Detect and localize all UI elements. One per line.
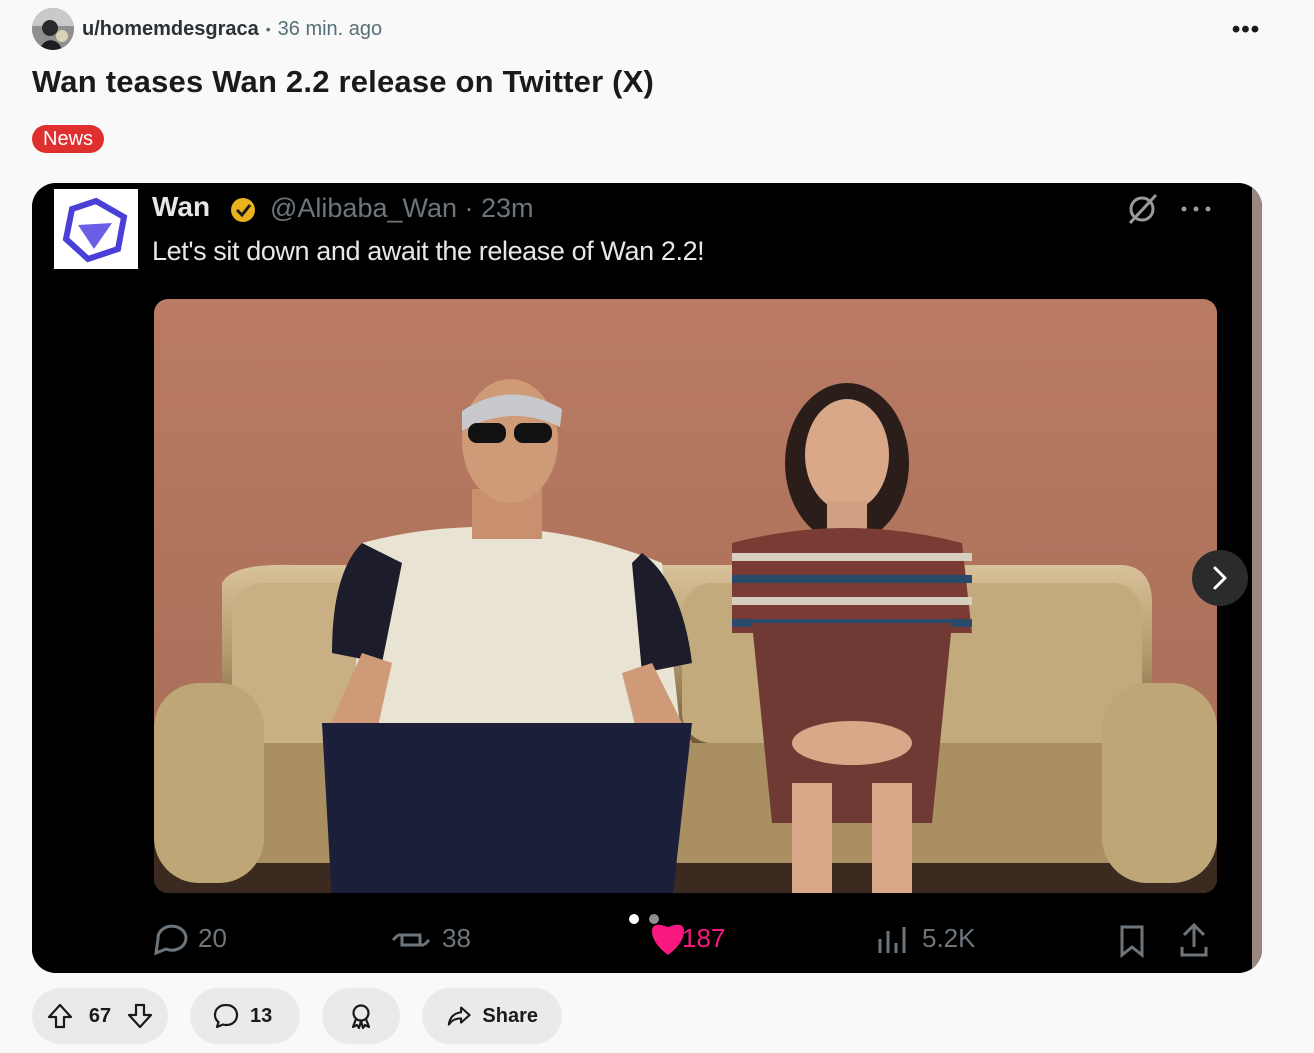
verified-badge-icon (231, 198, 255, 222)
meta-separator: • (265, 21, 271, 37)
tweet-views-count: 5.2K (922, 923, 976, 953)
share-label: Share (482, 1004, 538, 1027)
author-link[interactable]: u/homemdesgraca (82, 18, 259, 41)
award-button[interactable] (322, 988, 400, 1044)
couch-photo (154, 299, 1217, 893)
upvote-button[interactable] (46, 1002, 74, 1030)
vote-score: 67 (88, 1004, 112, 1027)
downvote-button[interactable] (126, 1002, 154, 1030)
comment-bubble-icon (213, 1003, 239, 1029)
post-meta: u/homemdesgraca • 36 min. ago (32, 8, 382, 50)
tweet-replies-count: 20 (198, 923, 227, 953)
post-media[interactable]: Wan @Alibaba_Wan · 23m Let's sit down an… (32, 183, 1262, 973)
post-time: 36 min. ago (277, 17, 383, 40)
carousel-dot[interactable] (649, 914, 659, 924)
carousel-dot-active[interactable] (629, 914, 639, 924)
carousel-indicator (629, 914, 659, 924)
wan-logo (54, 189, 138, 269)
tweet-likes-count: 187 (682, 923, 726, 953)
share-arrow-icon (447, 1006, 471, 1026)
tweet-text: Let's sit down and await the release of … (152, 236, 705, 266)
avatar-image (32, 8, 74, 50)
post-card: u/homemdesgraca • 36 min. ago ••• Wan te… (0, 0, 1314, 1053)
chevron-right-icon (1213, 566, 1227, 590)
tweet-handle: @Alibaba_Wan · 23m (270, 193, 534, 223)
vote-group: 67 (32, 988, 168, 1044)
more-options-button[interactable]: ••• (1222, 14, 1270, 46)
media-image (32, 183, 1262, 973)
share-button[interactable]: Share (422, 988, 562, 1044)
avatar[interactable] (32, 8, 74, 50)
tweet-retweets-count: 38 (442, 923, 471, 953)
comments-count: 13 (250, 1004, 273, 1027)
comments-button[interactable]: 13 (190, 988, 300, 1044)
flair-badge[interactable]: News (32, 125, 105, 153)
post-actions: 67 13 Share (32, 988, 562, 1044)
award-icon (351, 1004, 371, 1030)
upvote-arrow-icon (47, 1003, 73, 1029)
post-title[interactable]: Wan teases Wan 2.2 release on Twitter (X… (32, 64, 654, 100)
tweet-author-name: Wan (152, 191, 211, 222)
downvote-arrow-icon (127, 1003, 153, 1029)
carousel-next-button[interactable] (1192, 550, 1248, 606)
